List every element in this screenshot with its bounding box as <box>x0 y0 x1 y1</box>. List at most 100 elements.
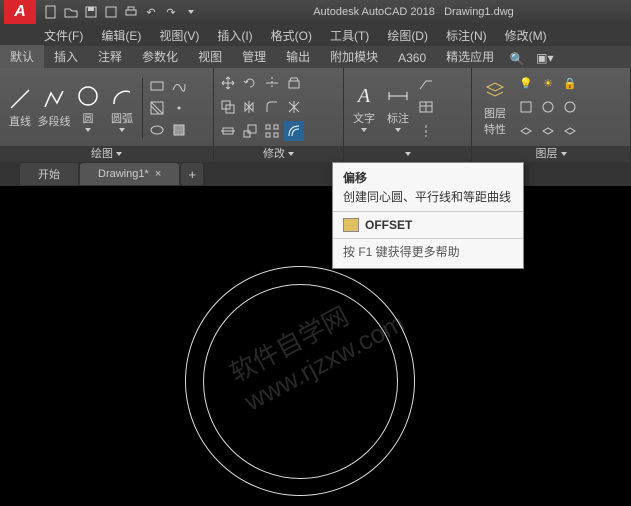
text-button[interactable]: A 文字 <box>348 82 380 134</box>
qat-open-icon[interactable] <box>62 3 80 21</box>
menu-view[interactable]: 视图(V) <box>155 25 203 46</box>
ribbon-tab-a360[interactable]: A360 <box>388 48 436 68</box>
ribbon-search-icon[interactable]: 🔍 <box>508 50 526 68</box>
centerline-icon[interactable] <box>416 121 436 141</box>
array-icon[interactable] <box>262 121 282 141</box>
stretch-icon[interactable] <box>218 121 238 141</box>
layer-prev-icon[interactable] <box>538 121 558 141</box>
leader-icon[interactable] <box>416 73 436 93</box>
move-icon[interactable] <box>218 73 238 93</box>
layer-walk-icon[interactable] <box>560 121 580 141</box>
tooltip-description: 创建同心圆、平行线和等距曲线 <box>333 188 523 211</box>
fillet-icon[interactable] <box>262 97 282 117</box>
menu-dimension[interactable]: 标注(N) <box>442 25 491 46</box>
ribbon-tab-manage[interactable]: 管理 <box>232 45 276 68</box>
offset-tooltip: 偏移 创建同心圆、平行线和等距曲线 OFFSET 按 F1 键获得更多帮助 <box>332 162 524 269</box>
menu-insert[interactable]: 插入(I) <box>213 25 256 46</box>
layer-iso-icon[interactable] <box>516 121 536 141</box>
chevron-down-icon <box>361 128 367 132</box>
qat-redo-icon[interactable]: ↷ <box>162 3 180 21</box>
panel-modify: 修改 <box>214 68 344 162</box>
qat-dropdown-icon[interactable] <box>182 3 200 21</box>
menu-draw[interactable]: 绘图(D) <box>383 25 432 46</box>
menu-file[interactable]: 文件(F) <box>40 25 87 46</box>
layer-off-icon[interactable] <box>538 97 558 117</box>
dimension-button[interactable]: 标注 <box>382 82 414 134</box>
polyline-button[interactable]: 多段线 <box>38 85 70 131</box>
polyline-icon <box>42 87 66 111</box>
copy-icon[interactable] <box>218 97 238 117</box>
polyline-label: 多段线 <box>38 113 71 129</box>
scale-icon[interactable] <box>240 121 260 141</box>
panel-annotate-title[interactable] <box>344 146 471 162</box>
line-icon <box>8 87 32 111</box>
layer-thaw-icon[interactable] <box>560 97 580 117</box>
layer-on-icon[interactable]: 💡 <box>516 73 536 93</box>
panel-draw: 直线 多段线 圆 圆弧 <box>0 68 214 162</box>
panel-layer-title[interactable]: 图层 <box>472 146 630 162</box>
qat-undo-icon[interactable]: ↶ <box>142 3 160 21</box>
arc-button[interactable]: 圆弧 <box>106 82 138 134</box>
ellipse-icon[interactable] <box>147 120 167 140</box>
layer-properties-icon <box>483 79 507 103</box>
ribbon-tab-addins[interactable]: 附加模块 <box>320 45 388 68</box>
menu-edit[interactable]: 编辑(E) <box>97 25 145 46</box>
menu-format[interactable]: 格式(O) <box>267 25 316 46</box>
ribbon-tab-annotate[interactable]: 注释 <box>88 45 132 68</box>
qat-saveas-icon[interactable] <box>102 3 120 21</box>
layer-properties-button[interactable]: 图层 特性 <box>476 77 514 139</box>
layer-freeze-icon[interactable]: ☀ <box>538 73 558 93</box>
arc-label: 圆弧 <box>111 110 133 126</box>
ribbon-tab-parametric[interactable]: 参数化 <box>132 45 188 68</box>
quick-access-toolbar: ↶ ↷ <box>42 3 200 21</box>
chevron-down-icon <box>395 128 401 132</box>
layer-lock-icon[interactable]: 🔒 <box>560 73 580 93</box>
layer-match-icon[interactable] <box>516 97 536 117</box>
draw-small-buttons <box>147 76 189 140</box>
ribbon-tab-output[interactable]: 输出 <box>276 45 320 68</box>
mirror-icon[interactable] <box>240 97 260 117</box>
erase-icon[interactable] <box>284 73 304 93</box>
circle-icon <box>76 84 100 108</box>
region-icon[interactable] <box>169 120 189 140</box>
trim-icon[interactable] <box>262 73 282 93</box>
circle-label: 圆 <box>83 110 94 126</box>
panel-annotate: A 文字 标注 <box>344 68 472 162</box>
tooltip-help: 按 F1 键获得更多帮助 <box>333 239 523 268</box>
rotate-icon[interactable] <box>240 73 260 93</box>
offset-cmd-icon <box>343 218 359 232</box>
ribbon: 直线 多段线 圆 圆弧 <box>0 68 631 162</box>
ribbon-collapse-icon[interactable]: ▣▾ <box>526 48 563 68</box>
panel-modify-title[interactable]: 修改 <box>214 146 343 162</box>
qat-plot-icon[interactable] <box>122 3 140 21</box>
circle-button[interactable]: 圆 <box>72 82 104 134</box>
explode-icon[interactable] <box>284 97 304 117</box>
offset-icon[interactable] <box>284 121 304 141</box>
table-icon[interactable] <box>416 97 436 117</box>
tooltip-command: OFFSET <box>333 212 523 238</box>
line-button[interactable]: 直线 <box>4 85 36 131</box>
menu-tools[interactable]: 工具(T) <box>326 25 373 46</box>
drawing-canvas[interactable]: 软件自学网 www.rjzxw.com <box>0 186 631 506</box>
doc-tab-drawing1[interactable]: Drawing1* × <box>80 163 179 185</box>
qat-save-icon[interactable] <box>82 3 100 21</box>
doc-tab-start[interactable]: 开始 <box>20 163 78 185</box>
doc-tab-add-icon[interactable]: + <box>181 163 203 185</box>
qat-new-icon[interactable] <box>42 3 60 21</box>
drawing-circle-inner <box>203 284 398 479</box>
ribbon-tab-view[interactable]: 视图 <box>188 45 232 68</box>
menu-modify[interactable]: 修改(M) <box>501 25 551 46</box>
document-tabs: 开始 Drawing1* × + <box>0 162 631 186</box>
spline-icon[interactable] <box>169 76 189 96</box>
window-title: Autodesk AutoCAD 2018 Drawing1.dwg <box>200 6 627 18</box>
point-icon[interactable] <box>169 98 189 118</box>
dimension-icon <box>386 84 410 108</box>
hatch-icon[interactable] <box>147 98 167 118</box>
app-logo[interactable]: A <box>4 0 36 24</box>
ribbon-tab-featured[interactable]: 精选应用 <box>436 45 504 68</box>
rectangle-icon[interactable] <box>147 76 167 96</box>
ribbon-tab-insert[interactable]: 插入 <box>44 45 88 68</box>
chevron-down-icon <box>85 128 91 132</box>
ribbon-tab-default[interactable]: 默认 <box>0 45 44 68</box>
panel-draw-title[interactable]: 绘图 <box>0 146 213 162</box>
